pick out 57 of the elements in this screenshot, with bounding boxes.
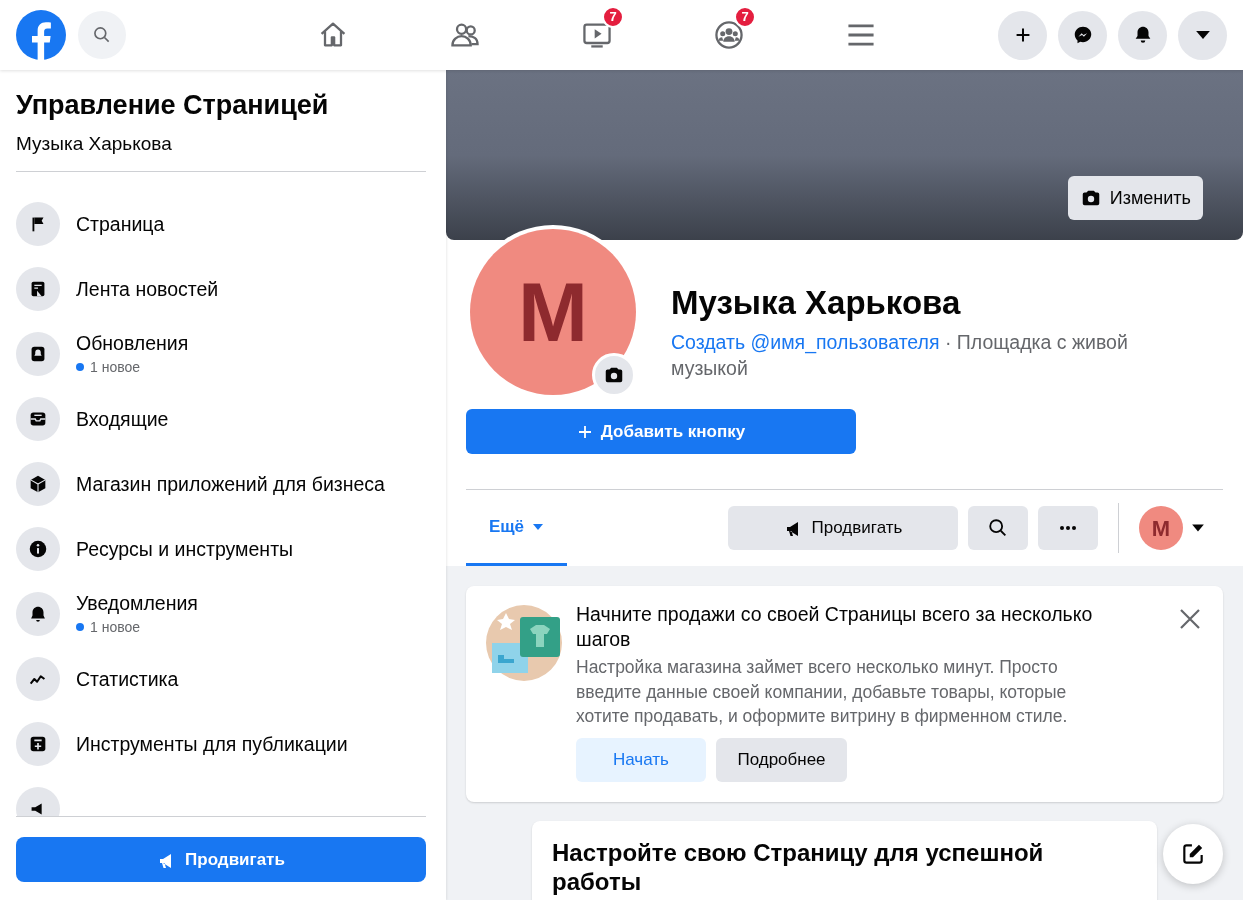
sidebar-item[interactable]: Ресурсы и инструменты (16, 527, 430, 571)
notification-badge: 7 (734, 6, 756, 28)
page-title: Музыка Харькова (671, 283, 962, 323)
sidebar-item[interactable]: Магазин приложений для бизнеса (16, 462, 430, 506)
page-name: Музыка Харькова (16, 132, 173, 156)
cube-icon (27, 473, 49, 495)
sidebar-item[interactable]: Статистика (16, 657, 430, 701)
sidebar-item-label: Страница (76, 212, 165, 236)
sidebar-item[interactable]: Обновления 1 новое (16, 332, 430, 376)
nav-tab[interactable]: 7 (702, 8, 756, 62)
page-category: Создать @имя_пользователя · Площадка с живой музыкой (671, 330, 1129, 381)
sidebar-item[interactable]: Уведомления 1 новое (16, 592, 430, 636)
nav-tab[interactable]: 7 (570, 8, 624, 62)
new-count: 1 новое (90, 617, 141, 637)
new-count: 1 новое (90, 357, 141, 377)
edit-icon (1180, 841, 1206, 867)
start-button[interactable]: Начать (576, 737, 706, 782)
plus-button[interactable] (998, 10, 1047, 60)
sidebar-item-label: Магазин приложений для бизнеса (76, 472, 385, 496)
sidebar-item-label: Ресурсы и инструменты (76, 537, 294, 561)
card-title: Настройте свою Страницу для успешной работы (552, 837, 1045, 896)
facebook-logo-icon[interactable] (16, 10, 66, 60)
create-username-link[interactable]: Создать @имя_пользователя (671, 331, 940, 353)
search-icon (92, 25, 112, 45)
search-button[interactable] (968, 506, 1028, 550)
card-description: Настройка магазина займет всего несколько минут. Просто введите данные своей компании, добавьте товары, которые хотите продавать, и оформите витрину в фирменном стиле. (576, 656, 1069, 728)
shop-illustration-icon (486, 605, 562, 681)
promote-button[interactable]: Продвигать (728, 506, 958, 550)
sidebar-item[interactable]: Страница (16, 202, 430, 246)
sidebar-item-label: Лента новостей (76, 277, 219, 301)
sidebar-item-label: Инструменты для публикации (76, 732, 348, 756)
learn-more-button[interactable]: Подробнее (716, 737, 847, 782)
notification-badge: 7 (602, 6, 624, 28)
close-icon[interactable] (1179, 608, 1201, 630)
more-tab[interactable]: Ещё (466, 490, 567, 566)
search-icon (987, 517, 1009, 539)
compose-button[interactable] (1163, 824, 1223, 884)
caret-icon (1195, 31, 1210, 39)
edit-cover-button[interactable]: Изменить (1067, 176, 1203, 220)
sidebar-item[interactable]: Входящие (16, 397, 430, 441)
more-icon (1060, 526, 1076, 530)
caret-button[interactable] (1178, 10, 1227, 60)
sidebar-item-label: Входящие (76, 407, 169, 431)
sidebar-item-label: Обновления (76, 330, 189, 355)
sidebar-item-label: Уведомления (76, 590, 198, 615)
card-title: Начните продажи со своей Страницы всего за несколько шагов (576, 602, 1094, 652)
info-icon (27, 538, 49, 560)
add-button[interactable]: Добавить кнопку (466, 409, 856, 454)
messenger-button[interactable] (1058, 10, 1107, 60)
group-icon (713, 19, 745, 51)
sidebar-item[interactable]: Инструменты для публикации (16, 722, 430, 766)
promote-button[interactable]: Продвигать (16, 837, 426, 882)
plus-icon (576, 423, 593, 440)
sidebar-title: Управление Страницей (16, 89, 330, 122)
sidebar-item-label: Статистика (76, 667, 179, 691)
bell-button[interactable] (1118, 10, 1167, 60)
sidebar-item[interactable]: Лента новостей (16, 267, 430, 311)
